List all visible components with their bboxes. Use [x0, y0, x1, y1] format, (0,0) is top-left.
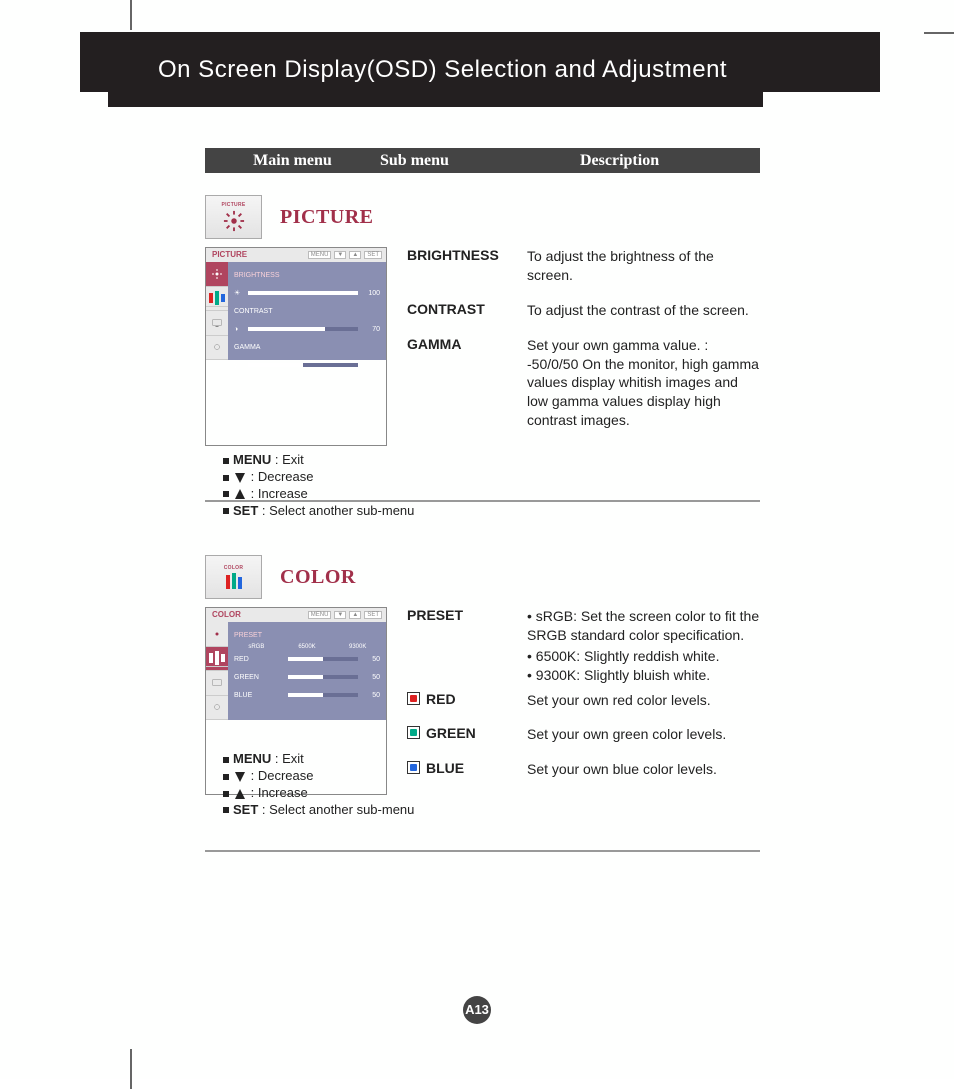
col-sub-menu: Sub menu [380, 152, 550, 170]
manual-page: On Screen Display(OSD) Selection and Adj… [0, 0, 954, 1079]
up-arrow-icon [235, 789, 245, 799]
side-color-icon [206, 647, 228, 672]
col-main-menu: Main menu [205, 152, 380, 170]
row-green: GREEN Set your own green color levels. [407, 725, 760, 744]
color-items: PRESET • sRGB: Set the screen color to f… [407, 607, 760, 795]
side-other-icon [206, 696, 228, 721]
row-contrast: CONTRAST To adjust the contrast of the s… [407, 301, 760, 320]
col-description: Description [550, 152, 760, 170]
page-title: On Screen Display(OSD) Selection and Adj… [158, 56, 727, 84]
divider [205, 850, 760, 852]
side-picture-icon [206, 622, 228, 647]
color-title: COLOR [280, 566, 356, 589]
side-setup-icon [206, 311, 228, 336]
row-red: RED Set your own red color levels. [407, 691, 760, 710]
red-swatch-icon [407, 692, 420, 705]
side-color-icon [206, 287, 228, 312]
color-bars-icon [226, 573, 242, 589]
down-arrow-icon [235, 772, 245, 782]
crop-mark [130, 1049, 132, 1089]
row-preset: PRESET • sRGB: Set the screen color to f… [407, 607, 760, 685]
picture-items: BRIGHTNESS To adjust the brightness of t… [407, 247, 760, 446]
blue-swatch-icon [407, 761, 420, 774]
picture-icon: PICTURE [205, 195, 262, 239]
crop-mark [924, 32, 954, 34]
down-arrow-icon [235, 473, 245, 483]
column-headers: Main menu Sub menu Description [205, 148, 760, 173]
picture-osd-screenshot: PICTURE MENU ▼ ▲ SET [205, 247, 387, 446]
row-blue: BLUE Set your own blue color levels. [407, 760, 760, 779]
brightness-icon [223, 210, 245, 232]
color-icon: COLOR [205, 555, 262, 599]
section-color: COLOR COLOR COLOR MENU ▼ ▲ SET [205, 555, 760, 819]
section-picture: PICTURE PICTURE PICTURE MENU ▼ ▲ SET [205, 195, 760, 520]
side-setup-icon [206, 671, 228, 696]
row-brightness: BRIGHTNESS To adjust the brightness of t… [407, 247, 760, 285]
up-arrow-icon [235, 489, 245, 499]
green-swatch-icon [407, 726, 420, 739]
picture-notes: MENU : Exit : Decrease : Increase SET : … [223, 452, 760, 520]
crop-mark [130, 0, 132, 30]
side-picture-icon [206, 262, 228, 287]
divider [205, 500, 760, 502]
side-other-icon [206, 336, 228, 361]
picture-title: PICTURE [280, 206, 374, 229]
page-number: A13 [0, 996, 954, 1024]
title-box: On Screen Display(OSD) Selection and Adj… [108, 32, 763, 107]
row-gamma: GAMMA Set your own gamma value. : -50/0/… [407, 336, 760, 430]
